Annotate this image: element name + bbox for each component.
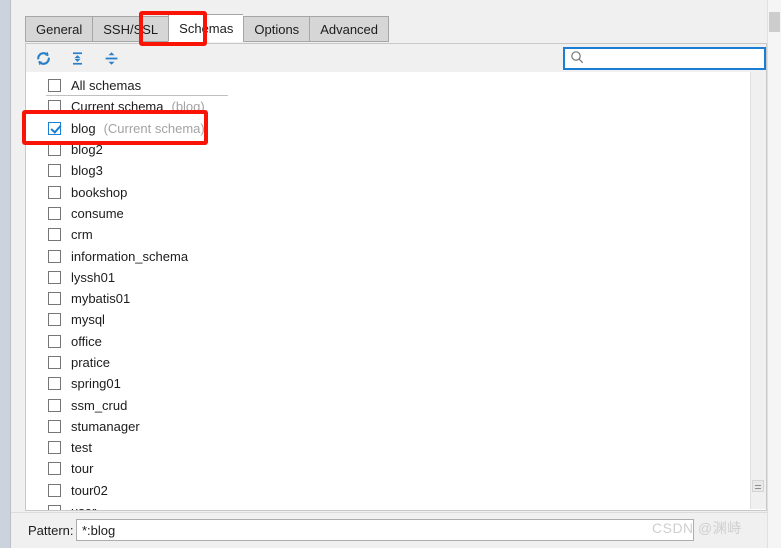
tab-options[interactable]: Options [243,16,310,42]
schema-label: blog3 [71,163,103,179]
toolbar-icon-group [32,47,122,69]
schema-checkbox[interactable] [48,79,61,93]
schema-checkbox[interactable] [48,441,61,455]
schema-checkbox[interactable] [48,100,61,114]
schema-row[interactable]: pratice [26,352,753,373]
schema-row[interactable]: office [26,331,753,352]
pattern-field[interactable] [76,519,694,541]
schema-note: (blog) [171,99,205,115]
schema-label: mysql [71,312,105,328]
schema-checkbox[interactable] [48,334,61,348]
window-scrollbar-thumb[interactable] [769,12,780,32]
schema-label: blog2 [71,142,103,158]
schema-label: stumanager [71,418,140,434]
schema-row[interactable]: crm [26,224,753,245]
schema-checkbox[interactable] [48,462,61,476]
schema-row[interactable]: blog2 [26,139,753,160]
search-field[interactable] [563,47,766,70]
schema-label: test [71,440,92,456]
search-icon [570,50,584,67]
schema-label: Current schema [71,99,164,115]
schema-label: tour [71,461,94,477]
window-scrollbar-track[interactable] [769,38,780,508]
schema-row[interactable]: mybatis01 [26,288,753,309]
schema-label: user [71,504,96,510]
tab-schemas[interactable]: Schemas [168,14,244,42]
schema-label: information_schema [71,248,189,264]
schemas-toolbar [25,43,767,72]
dialog-body: GeneralSSH/SSLSchemasOptionsAdvanced [11,0,768,548]
schema-row[interactable]: tour [26,458,753,479]
schema-checkbox[interactable] [48,483,61,497]
schema-list[interactable]: All schemas Current schema (blog) blog (Curr… [25,72,767,511]
tab-bar: General SSH/SSL Schemas Options Advanced [25,14,390,42]
tab-ssh-ssl[interactable]: SSH/SSL [92,16,169,42]
list-vertical-scrollbar[interactable] [750,72,766,509]
schema-row[interactable]: spring01 [26,373,753,394]
schema-row[interactable]: ssm_crud [26,394,753,415]
schema-label: mybatis01 [71,291,131,307]
schema-checkbox[interactable] [48,143,61,157]
schema-row[interactable]: user [26,501,753,510]
schema-label: spring01 [71,376,121,392]
schema-checkbox[interactable] [48,249,61,263]
list-scrollbar-thumb[interactable] [752,480,764,492]
schema-checkbox[interactable] [48,398,61,412]
schema-row[interactable]: information_schema [26,245,753,266]
schemas-dialog: GeneralSSH/SSLSchemasOptionsAdvanced [0,0,781,548]
schema-checkbox[interactable] [48,377,61,391]
schema-label: tour02 [71,482,108,498]
schema-note: (Current schema) [103,120,205,136]
schema-checkbox[interactable] [48,505,61,510]
schema-row[interactable]: consume [26,203,753,224]
schema-checkbox[interactable] [48,185,61,199]
window-vertical-scrollbar[interactable] [767,0,781,548]
window-left-edge [0,0,11,548]
schema-row[interactable]: blog (Current schema) [26,118,753,139]
schema-row[interactable]: bookshop [26,181,753,202]
schema-row[interactable]: test [26,437,753,458]
schema-checkbox[interactable] [48,206,61,220]
pattern-bar: Pattern: [11,512,768,548]
pattern-label: Pattern: [28,523,74,538]
schema-label: ssm_crud [71,397,128,413]
collapse-all-icon[interactable] [100,47,122,69]
schema-checkbox[interactable] [48,121,61,135]
tab-advanced[interactable]: Advanced [309,16,390,42]
schema-label: consume [71,205,124,221]
schema-row[interactable]: blog3 [26,160,753,181]
schema-checkbox[interactable] [48,356,61,369]
schema-label: blog [71,120,96,136]
schema-label: lyssh01 [71,269,116,285]
schema-checkbox[interactable] [48,313,61,327]
schema-checkbox[interactable] [48,270,61,284]
pattern-input[interactable] [77,520,682,540]
schema-row[interactable]: stumanager [26,416,753,437]
schema-list-rows: All schemas Current schema (blog) blog (Curr… [26,72,753,510]
refresh-icon[interactable] [32,47,54,69]
schema-row[interactable]: tour02 [26,480,753,501]
schema-label: office [71,333,102,349]
schema-row[interactable]: lyssh01 [26,267,753,288]
schema-row[interactable]: All schemas [26,75,753,97]
search-input[interactable] [584,50,753,67]
schema-row[interactable]: mysql [26,309,753,330]
schema-checkbox[interactable] [48,164,61,178]
schema-label: All schemas [71,78,142,94]
schema-label: bookshop [71,184,128,200]
schema-checkbox[interactable] [48,228,61,242]
schema-row[interactable]: Current schema (blog) [26,96,753,117]
expand-all-icon[interactable] [66,47,88,69]
schema-label: crm [71,227,93,243]
tab-general[interactable]: General [25,16,93,42]
schema-checkbox[interactable] [48,419,61,433]
schema-checkbox[interactable] [48,292,61,306]
schema-label: pratice [71,355,111,370]
